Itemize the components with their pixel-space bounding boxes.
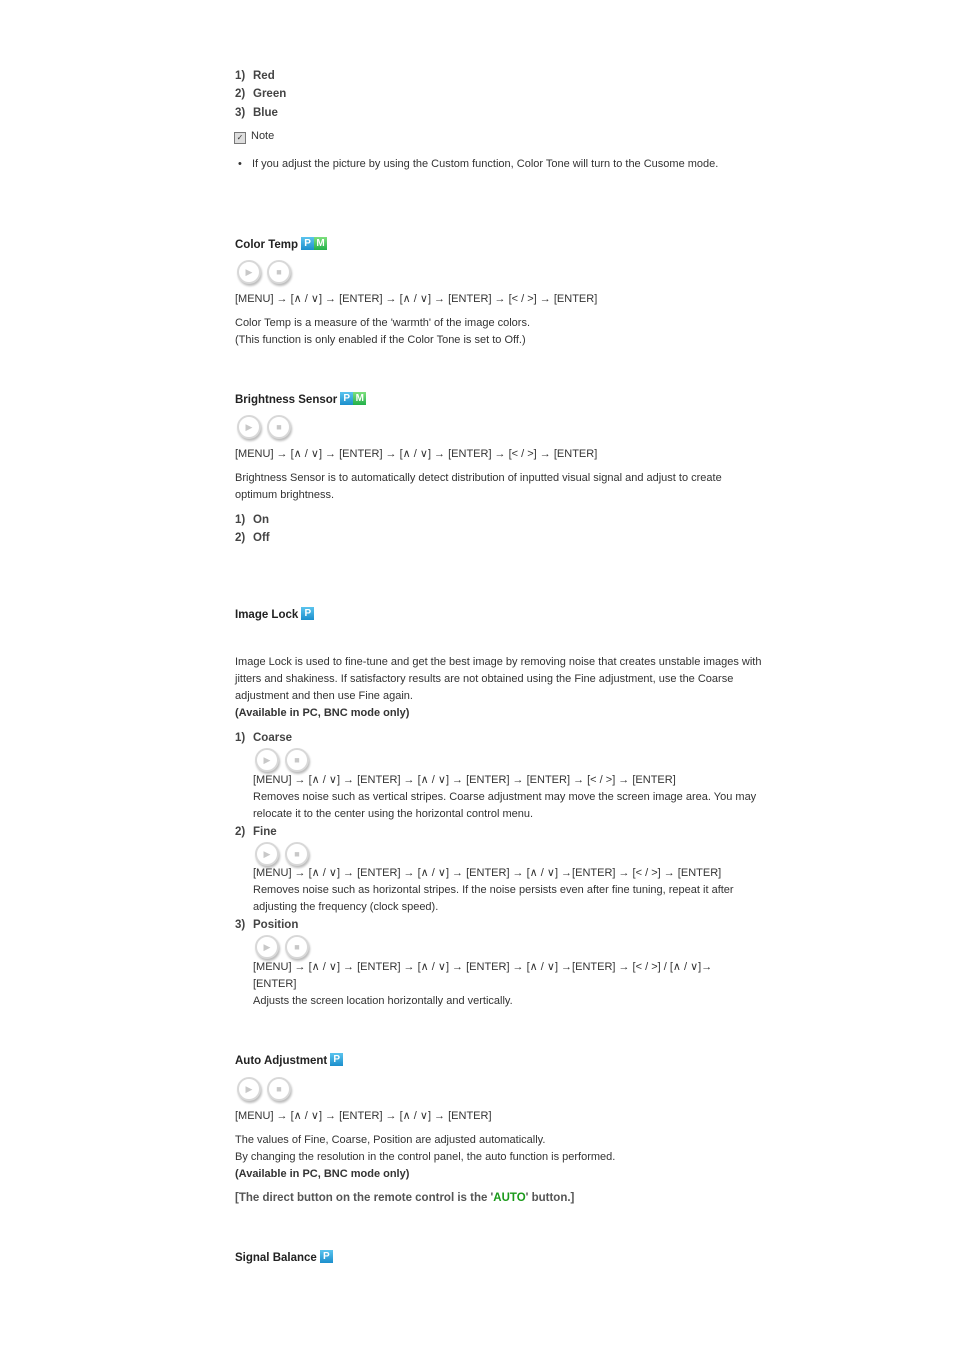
- mode-badges: PM: [301, 237, 328, 250]
- image-lock-item-fine: 2) Fine: [235, 826, 277, 838]
- coarse-details: [MENU] → [∧ / ∨] → [ENTER] → [∧ / ∨] → […: [253, 772, 763, 823]
- play-icon: ▶: [245, 1084, 253, 1094]
- stop-icon: ■: [276, 267, 282, 277]
- mode-badges: P: [319, 1250, 333, 1263]
- menu-path: [MENU] → [∧ / ∨] → [ENTER] → [∧ / ∨] → […: [253, 867, 722, 879]
- menu-path: [MENU] → [∧ / ∨] → [ENTER] → [∧ / ∨] → […: [235, 448, 598, 460]
- media-controls: ▶ ■: [237, 260, 297, 284]
- list-item-red: 1) Red: [235, 70, 275, 82]
- stop-button[interactable]: ■: [267, 260, 291, 284]
- video-mode-icon: M: [314, 237, 328, 250]
- pc-mode-icon: P: [301, 237, 315, 250]
- mode-badges: PM: [340, 392, 367, 405]
- auto-adjustment-desc: The values of Fine, Coarse, Position are…: [235, 1134, 616, 1180]
- image-lock-desc: Image Lock is used to fine-tune and get …: [235, 656, 762, 719]
- media-controls: ▶ ■: [255, 748, 315, 772]
- mode-badges: P: [330, 1053, 344, 1066]
- play-button[interactable]: ▶: [255, 935, 279, 959]
- position-details: [MENU] → [∧ / ∨] → [ENTER] → [∧ / ∨] → […: [253, 959, 738, 1010]
- auto-adjustment-heading: Auto Adjustment P: [235, 1053, 344, 1068]
- option-on: 1) On: [235, 514, 269, 526]
- color-temp-heading: Color Temp P M: [235, 237, 328, 252]
- image-lock-item-coarse: 1) Coarse: [235, 732, 292, 744]
- menu-path: [MENU] → [∧ / ∨] → [ENTER] → [∧ / ∨] → […: [253, 961, 713, 990]
- play-button[interactable]: ▶: [255, 842, 279, 866]
- note-text: If you adjust the picture by using the C…: [252, 158, 719, 170]
- play-button[interactable]: ▶: [237, 1077, 261, 1101]
- direct-button-note: [The direct button on the remote control…: [235, 1192, 575, 1204]
- menu-path: [MENU] → [∧ / ∨] → [ENTER] → [∧ / ∨] → […: [235, 293, 598, 305]
- play-button[interactable]: ▶: [237, 415, 261, 439]
- mode-badges: P: [301, 607, 315, 620]
- menu-path: [MENU] → [∧ / ∨] → [ENTER] → [∧ / ∨] → […: [253, 774, 676, 786]
- stop-button[interactable]: ■: [267, 1077, 291, 1101]
- brightness-sensor-desc: Brightness Sensor is to automatically de…: [235, 472, 722, 501]
- play-button[interactable]: ▶: [255, 748, 279, 772]
- signal-balance-heading: Signal Balance P: [235, 1250, 333, 1265]
- option-off: 2) Off: [235, 532, 270, 544]
- media-controls: ▶ ■: [237, 1077, 297, 1101]
- checkbox-note-icon: ✓: [234, 132, 246, 144]
- auto-key: AUTO: [493, 1192, 526, 1204]
- stop-icon: ■: [276, 1084, 282, 1094]
- stop-icon: ■: [294, 849, 300, 859]
- pc-mode-icon: P: [340, 392, 354, 405]
- pc-mode-icon: P: [319, 1250, 333, 1263]
- play-icon: ▶: [263, 849, 271, 859]
- fine-details: [MENU] → [∧ / ∨] → [ENTER] → [∧ / ∨] → […: [253, 865, 763, 916]
- list-item-blue: 3) Blue: [235, 107, 278, 119]
- stop-icon: ■: [294, 942, 300, 952]
- media-controls: ▶ ■: [255, 842, 315, 866]
- brightness-sensor-heading: Brightness Sensor P M: [235, 392, 367, 407]
- pc-mode-icon: P: [301, 607, 315, 620]
- play-icon: ▶: [263, 755, 271, 765]
- color-temp-desc: Color Temp is a measure of the 'warmth' …: [235, 317, 531, 346]
- note-bullet: •: [238, 158, 242, 170]
- stop-button[interactable]: ■: [285, 842, 309, 866]
- play-icon: ▶: [245, 422, 253, 432]
- play-icon: ▶: [245, 267, 253, 277]
- pc-mode-icon: P: [330, 1053, 344, 1066]
- list-item-green: 2) Green: [235, 88, 287, 100]
- video-mode-icon: M: [353, 392, 367, 405]
- media-controls: ▶ ■: [237, 415, 297, 439]
- stop-icon: ■: [276, 422, 282, 432]
- stop-icon: ■: [294, 755, 300, 765]
- play-button[interactable]: ▶: [237, 260, 261, 284]
- menu-path: [MENU] → [∧ / ∨] → [ENTER] → [∧ / ∨] → […: [235, 1110, 492, 1122]
- image-lock-item-position: 3) Position: [235, 919, 299, 931]
- image-lock-heading: Image Lock P: [235, 607, 315, 622]
- note-heading: ✓ Note: [234, 130, 274, 144]
- stop-button[interactable]: ■: [285, 748, 309, 772]
- media-controls: ▶ ■: [255, 935, 315, 959]
- stop-button[interactable]: ■: [285, 935, 309, 959]
- play-icon: ▶: [263, 942, 271, 952]
- stop-button[interactable]: ■: [267, 415, 291, 439]
